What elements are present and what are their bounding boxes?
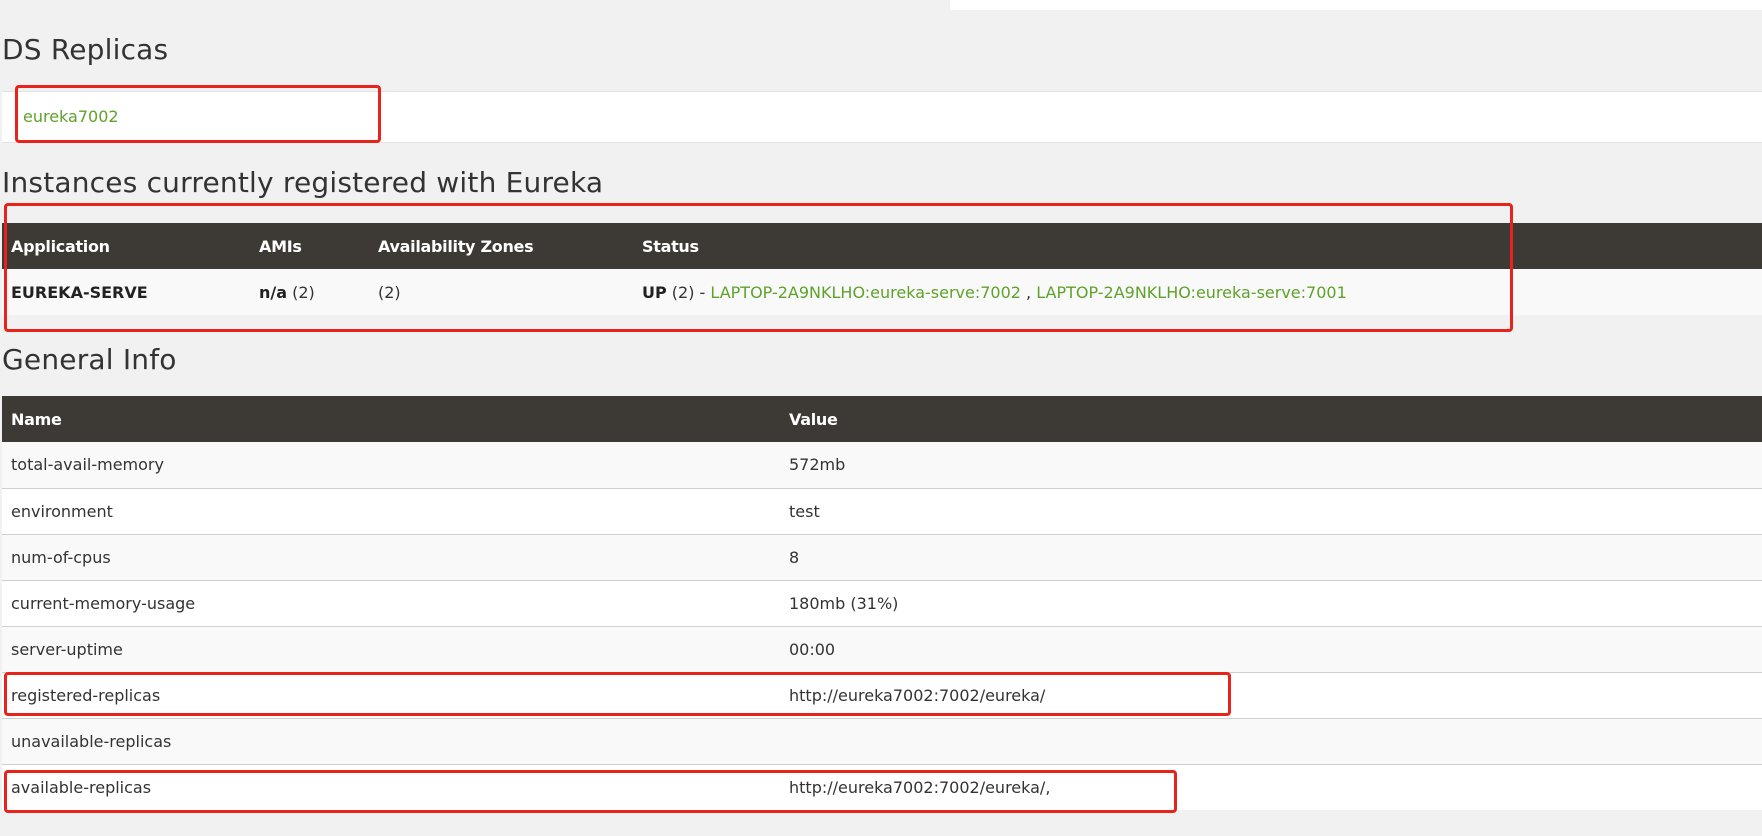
instances-title: Instances currently registered with Eure… bbox=[2, 166, 604, 199]
top-panel-edge bbox=[950, 0, 1762, 10]
replicas-panel: eureka7002 bbox=[2, 91, 1762, 143]
info-row-unavailable-replicas: unavailable-replicas bbox=[2, 717, 1762, 764]
instance-link-7002[interactable]: LAPTOP-2A9NKLHO:eureka-serve:7002 bbox=[710, 283, 1021, 302]
info-value: http://eureka7002:7002/eureka/, bbox=[780, 763, 1762, 810]
info-value bbox=[780, 717, 1762, 764]
info-row-registered-replicas: registered-replicas http://eureka7002:70… bbox=[2, 671, 1762, 718]
ami-count: (2) bbox=[287, 282, 315, 302]
general-info-header-row: Name Value bbox=[2, 396, 1762, 442]
status-count: (2) - bbox=[666, 282, 711, 302]
info-value: 8 bbox=[780, 533, 1762, 580]
header-name: Name bbox=[2, 396, 780, 442]
info-name: available-replicas bbox=[2, 763, 780, 810]
ds-replicas-title: DS Replicas bbox=[2, 33, 169, 66]
header-availability-zones: Availability Zones bbox=[369, 223, 633, 269]
eureka-dashboard: DS Replicas eureka7002 Instances current… bbox=[0, 0, 1762, 836]
replica-link-eureka7002[interactable]: eureka7002 bbox=[23, 107, 119, 126]
info-name: num-of-cpus bbox=[2, 533, 780, 580]
header-amis: AMIs bbox=[250, 223, 369, 269]
status-state: UP bbox=[642, 282, 667, 302]
info-value: 180mb (31%) bbox=[780, 579, 1762, 626]
ami-key: n/a bbox=[259, 282, 288, 302]
instance-row: EUREKA-SERVE n/a (2) (2) UP (2) - LAPTOP… bbox=[2, 269, 1762, 315]
instance-link-7001[interactable]: LAPTOP-2A9NKLHO:eureka-serve:7001 bbox=[1036, 283, 1347, 302]
info-name: total-avail-memory bbox=[2, 442, 780, 488]
info-row-current-memory-usage: current-memory-usage 180mb (31%) bbox=[2, 579, 1762, 626]
info-value: 572mb bbox=[780, 442, 1762, 488]
general-info-title: General Info bbox=[2, 343, 177, 376]
instance-application: EUREKA-SERVE bbox=[2, 269, 250, 315]
instance-amis: n/a (2) bbox=[250, 269, 369, 315]
header-application: Application bbox=[2, 223, 250, 269]
info-name: server-uptime bbox=[2, 625, 780, 672]
instance-zones: (2) bbox=[369, 269, 633, 315]
info-value: test bbox=[780, 487, 1762, 534]
info-row-total-avail-memory: total-avail-memory 572mb bbox=[2, 442, 1762, 488]
info-row-server-uptime: server-uptime 00:00 bbox=[2, 625, 1762, 672]
info-row-num-of-cpus: num-of-cpus 8 bbox=[2, 533, 1762, 580]
info-value: http://eureka7002:7002/eureka/ bbox=[780, 671, 1762, 718]
info-value: 00:00 bbox=[780, 625, 1762, 672]
instances-table: Application AMIs Availability Zones Stat… bbox=[2, 223, 1762, 315]
info-name: registered-replicas bbox=[2, 671, 780, 718]
header-status: Status bbox=[633, 223, 1762, 269]
general-info-table: Name Value total-avail-memory 572mb envi… bbox=[2, 396, 1762, 810]
instance-separator: , bbox=[1020, 282, 1037, 302]
application-name: EUREKA-SERVE bbox=[11, 282, 148, 302]
info-row-environment: environment test bbox=[2, 487, 1762, 534]
header-value: Value bbox=[780, 396, 1762, 442]
info-name: environment bbox=[2, 487, 780, 534]
info-row-available-replicas: available-replicas http://eureka7002:700… bbox=[2, 763, 1762, 810]
info-name: current-memory-usage bbox=[2, 579, 780, 626]
info-name: unavailable-replicas bbox=[2, 717, 780, 764]
instances-header-row: Application AMIs Availability Zones Stat… bbox=[2, 223, 1762, 269]
instance-status: UP (2) - LAPTOP-2A9NKLHO:eureka-serve:70… bbox=[633, 269, 1762, 315]
